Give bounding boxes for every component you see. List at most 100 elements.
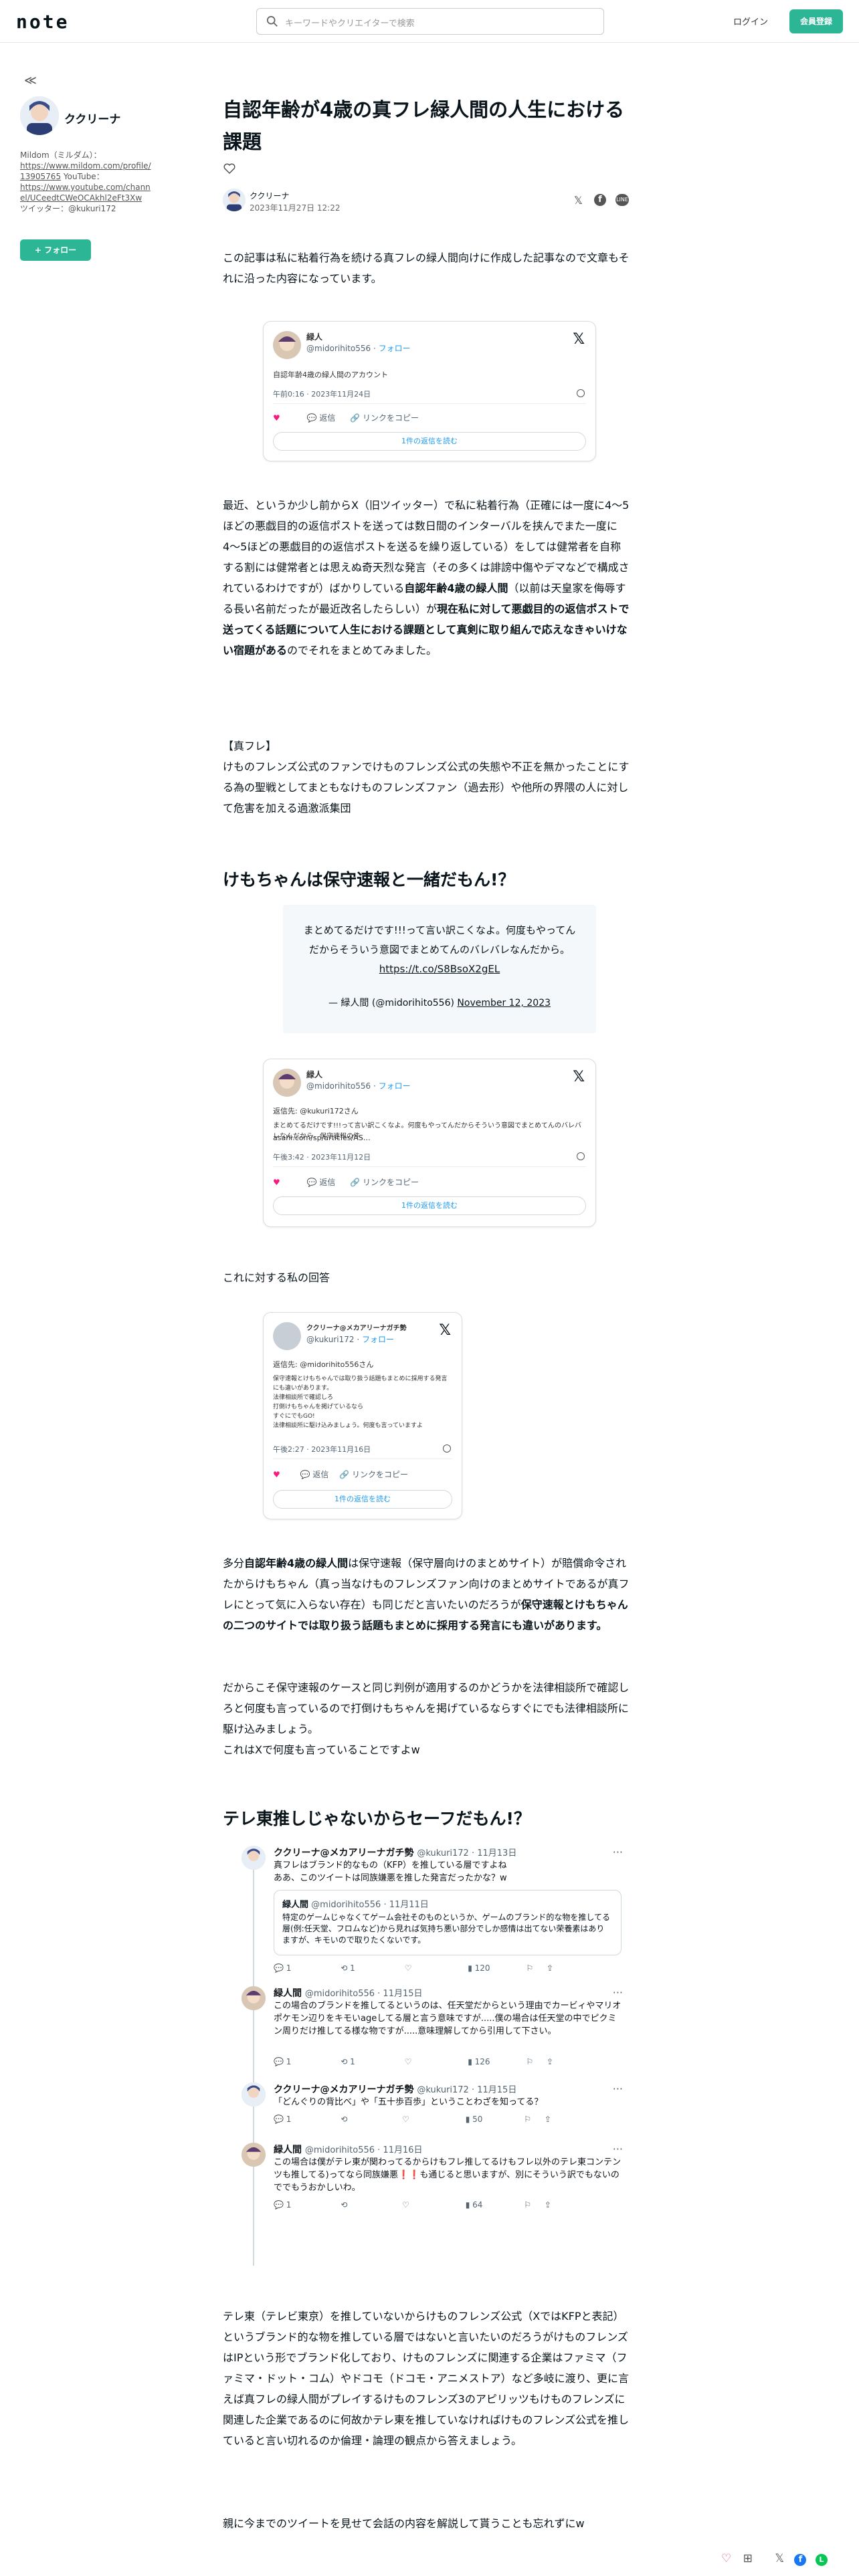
follow-link[interactable]: フォロー <box>379 1081 411 1091</box>
line-share-icon[interactable]: L <box>815 2554 828 2566</box>
author-name: ククリーナ@メカアリーナガチ勢 <box>274 2084 414 2095</box>
retweet-icon[interactable]: ⟲ <box>341 2200 347 2210</box>
x-share-icon[interactable]: 𝕏 <box>775 2552 784 2565</box>
copy-link-icon[interactable]: 🔗 <box>339 1470 349 1479</box>
like-icon[interactable]: ♡ <box>405 2057 412 2066</box>
read-replies-button[interactable]: 1件の返信を読む <box>273 1196 586 1215</box>
note-logo[interactable]: note <box>16 11 69 33</box>
copy-link-icon[interactable]: 🔗 <box>350 413 360 423</box>
x-logo-icon[interactable]: 𝕏 <box>439 1322 451 1339</box>
author-name[interactable]: ククリーナ <box>250 190 290 201</box>
paragraph-6: これはXで何度も言っていることですよw <box>223 1743 420 1756</box>
creator-avatar[interactable] <box>20 96 59 135</box>
share-icon[interactable]: ⇪ <box>547 1963 553 1973</box>
reply-label[interactable]: 返信 <box>319 413 335 423</box>
tweet-time[interactable]: 午後2:27 · 2023年11月16日 <box>273 1444 371 1455</box>
retweet-icon[interactable]: ⟲ <box>341 2115 347 2124</box>
line-share-icon[interactable]: LINE <box>615 194 629 206</box>
read-replies-button[interactable]: 1件の返信を読む <box>273 1490 452 1509</box>
follow-button[interactable]: + フォロー <box>20 239 91 261</box>
signup-button[interactable]: 会員登録 <box>789 9 843 33</box>
tweet-time[interactable]: 午後3:42 · 2023年11月12日 <box>273 1152 371 1162</box>
author-avatar[interactable] <box>223 189 246 211</box>
reply-icon[interactable]: 💬 <box>307 413 317 423</box>
more-icon[interactable]: ··· <box>613 1846 623 1858</box>
like-icon[interactable]: ♡ <box>405 1963 412 1973</box>
bookmark-icon[interactable]: ⚐ <box>524 2115 531 2124</box>
reply-icon[interactable]: 💬 <box>274 2200 284 2210</box>
copy-link-label[interactable]: リンクをコピー <box>352 1470 408 1479</box>
tweet-embed-3[interactable]: ククリーナ@メカアリーナガチ勢 @kukuri172 · フォロー 𝕏 返信先:… <box>263 1312 462 1519</box>
reply-icon[interactable]: 💬 <box>274 2115 284 2124</box>
like-heart-icon[interactable] <box>223 162 236 175</box>
like-icon[interactable]: ♡ <box>721 2552 731 2565</box>
copy-link-icon[interactable]: 🔗 <box>350 1178 360 1187</box>
share-icon[interactable]: ⇪ <box>547 2057 553 2066</box>
facebook-share-icon[interactable]: f <box>594 194 606 206</box>
reply-label[interactable]: 返信 <box>312 1470 328 1479</box>
x-share-icon[interactable]: 𝕏 <box>574 194 583 207</box>
post-text: 「どんぐりの背比べ」や「五十歩百歩」ということわざを知ってる？ <box>274 2097 543 2107</box>
like-icon[interactable]: ♥ <box>273 1470 280 1479</box>
facebook-share-icon[interactable]: f <box>794 2554 807 2566</box>
share-icon[interactable]: ⇪ <box>545 2115 551 2124</box>
reply-icon[interactable]: 💬 <box>274 1963 284 1973</box>
tweet-actions: ♥ 💬 返信 🔗 リンクをコピー <box>273 1176 419 1188</box>
follow-link[interactable]: フォロー <box>362 1335 394 1344</box>
paragraph-8: 親に今までのツイートを見せて会話の内容を解説して貰うことも忘れずにw <box>223 2517 585 2530</box>
reply-label[interactable]: 返信 <box>319 1178 335 1187</box>
tweet-time[interactable]: 午前0:16 · 2023年11月24日 <box>273 389 371 399</box>
retweet-icon[interactable]: ⟲ <box>341 2057 347 2066</box>
back-icon[interactable]: ≪ <box>24 74 37 88</box>
quote-date-link[interactable]: November 12, 2023 <box>457 998 551 1008</box>
reply-icon[interactable]: 💬 <box>300 1470 310 1479</box>
creator-name[interactable]: ククリーナ <box>64 110 120 126</box>
info-icon[interactable] <box>443 1444 451 1453</box>
tweet-link[interactable]: asahi.com/sp/articles/AS… <box>273 1133 371 1144</box>
reply-icon[interactable]: 💬 <box>274 2057 284 2066</box>
youtube-link[interactable]: https://www.youtube.com/channel/UCeedtCW… <box>20 183 151 203</box>
reply-count: 1 <box>286 2057 292 2066</box>
like-icon[interactable]: ♡ <box>402 2200 409 2210</box>
login-link[interactable]: ログイン <box>733 15 768 27</box>
views-icon[interactable]: ▮ <box>466 2115 470 2124</box>
tweet-handle: @midorihito556 · フォロー <box>306 344 411 353</box>
more-icon[interactable]: ··· <box>613 2143 623 2155</box>
floating-action-bar: ♡ ⊞ 𝕏 f L <box>721 2552 828 2571</box>
tweet-embed-2[interactable]: 緑人 @midorihito556 · フォロー 𝕏 返信先: @kukuri1… <box>263 1059 596 1227</box>
copy-link-label[interactable]: リンクをコピー <box>363 413 419 423</box>
x-logo-icon[interactable]: 𝕏 <box>573 331 585 348</box>
reply-icon[interactable]: 💬 <box>307 1178 317 1187</box>
read-replies-button[interactable]: 1件の返信を読む <box>273 432 586 451</box>
views-icon[interactable]: ▮ <box>468 1963 472 1973</box>
post-actions: 💬 1 ⟲ ♡ ▮ 64 ⚐ ⇪ <box>274 2200 622 2210</box>
views-count: 120 <box>474 1963 490 1973</box>
info-icon[interactable] <box>577 389 585 397</box>
quote-author: — 緑人間 (@midorihito556) <box>328 998 454 1008</box>
like-icon[interactable]: ♥ <box>273 413 280 423</box>
like-icon[interactable]: ♡ <box>402 2115 409 2124</box>
like-icon[interactable]: ♥ <box>273 1178 280 1187</box>
follow-link[interactable]: フォロー <box>379 344 411 353</box>
tweet-line: すぐにでもGO! <box>273 1413 315 1420</box>
bookmark-icon[interactable]: ⚐ <box>526 1963 533 1973</box>
bookmark-icon[interactable]: ⚐ <box>524 2200 531 2210</box>
info-icon[interactable] <box>577 1152 585 1160</box>
views-icon[interactable]: ▮ <box>466 2200 470 2210</box>
copy-link-label[interactable]: リンクをコピー <box>363 1178 419 1187</box>
quote-link[interactable]: https://t.co/S8BsoX2gEL <box>379 963 500 975</box>
article-title: 自認年齢が4歳の真フレ緑人間の人生における課題 <box>223 98 625 153</box>
tweet-avatar <box>273 331 301 359</box>
retweet-icon[interactable]: ⟲ <box>341 1963 347 1973</box>
magazine-icon[interactable]: ⊞ <box>743 2552 753 2565</box>
bookmark-icon[interactable]: ⚐ <box>526 2057 533 2066</box>
tweet-embed-1[interactable]: 緑人 @midorihito556 · フォロー 𝕏 自認年齢4歳の緑人間のアカ… <box>263 321 596 461</box>
search-box[interactable]: キーワードやクリエイターで検索 <box>256 8 604 35</box>
x-logo-icon[interactable]: 𝕏 <box>573 1069 585 1085</box>
views-icon[interactable]: ▮ <box>468 2057 472 2066</box>
more-icon[interactable]: ··· <box>613 1986 623 1999</box>
tweet-text: 自認年齢4歳の緑人間のアカウント <box>273 370 388 379</box>
share-icon[interactable]: ⇪ <box>545 2200 551 2210</box>
quoted-meta: @midorihito556 · 11月11日 <box>311 1900 429 1910</box>
more-icon[interactable]: ··· <box>613 2082 623 2095</box>
